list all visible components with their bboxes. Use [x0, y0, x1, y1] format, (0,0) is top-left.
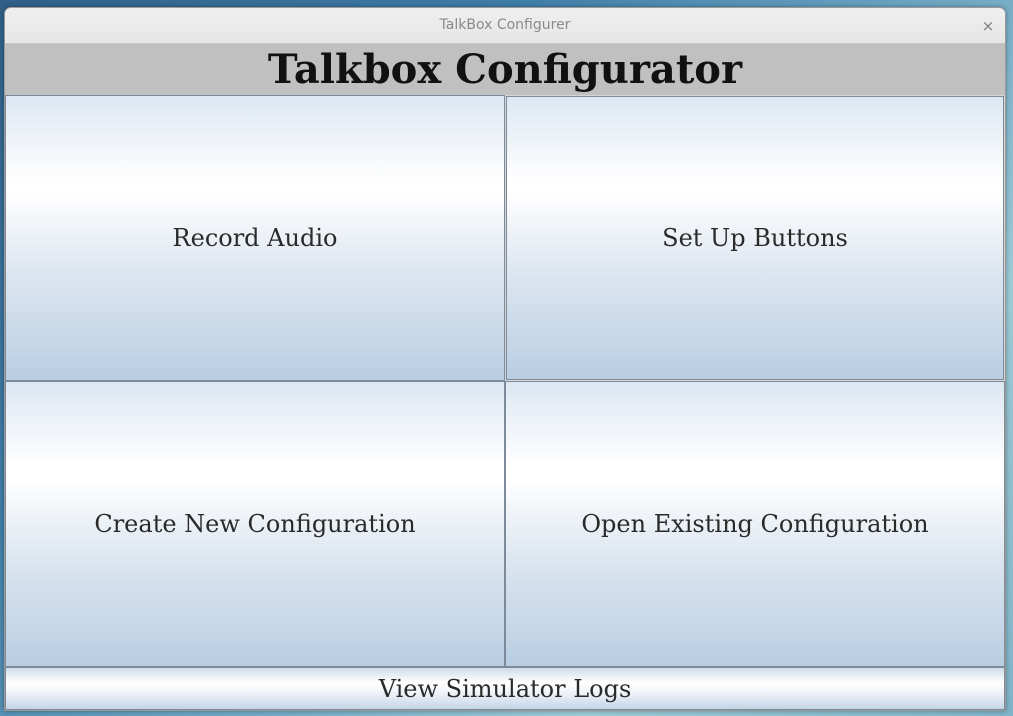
- set-up-buttons-button[interactable]: Set Up Buttons: [506, 96, 1004, 380]
- record-audio-button[interactable]: Record Audio: [5, 95, 505, 381]
- create-new-configuration-button[interactable]: Create New Configuration: [5, 381, 505, 667]
- window-title: TalkBox Configurer: [439, 17, 571, 33]
- close-icon[interactable]: ×: [977, 15, 999, 37]
- header-banner: Talkbox Configurator: [5, 44, 1005, 95]
- page-title: Talkbox Configurator: [267, 46, 743, 93]
- app-window: TalkBox Configurer × Talkbox Configurato…: [4, 7, 1006, 711]
- title-bar[interactable]: TalkBox Configurer ×: [5, 8, 1005, 44]
- open-existing-configuration-button[interactable]: Open Existing Configuration: [505, 381, 1005, 667]
- view-simulator-logs-button[interactable]: View Simulator Logs: [5, 667, 1005, 710]
